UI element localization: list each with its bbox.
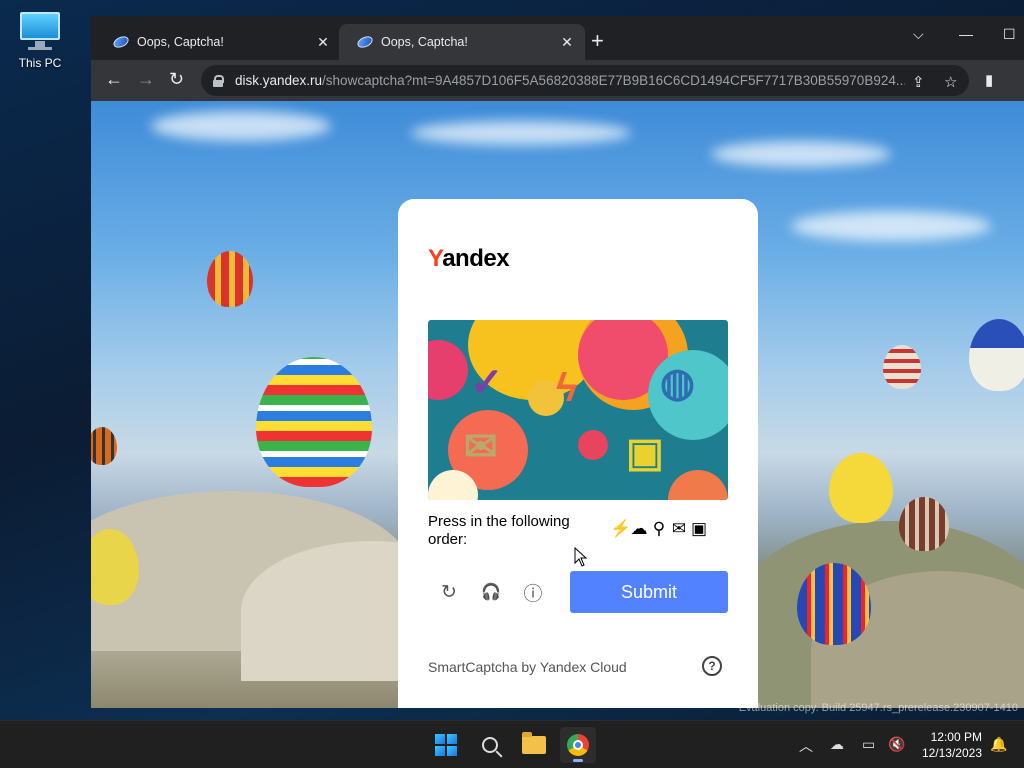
- image-blob: [668, 470, 728, 500]
- lightning-icon: ⚡: [610, 519, 632, 538]
- yandex-disk-favicon-icon: [355, 34, 375, 50]
- captcha-order-icons: ⚡ ☁ ⚲ ✉ ▣: [610, 519, 708, 539]
- refresh-icon[interactable]: ↻: [437, 580, 461, 604]
- yandex-logo: Yandex: [428, 245, 510, 272]
- page-content: Yandex ✓ ϟ ◍ ✉ ▣ Press in the following …: [91, 101, 1024, 708]
- envelope-icon: ✉: [671, 519, 687, 538]
- tab-title: Oops, Captcha!: [381, 35, 468, 49]
- tab-close-icon[interactable]: ✕: [315, 34, 331, 51]
- side-panel-icon[interactable]: ▮: [985, 71, 993, 89]
- address-bar[interactable]: disk.yandex.ru/showcaptcha?mt=9A4857D106…: [201, 65, 969, 96]
- taskbar-chrome[interactable]: [560, 727, 596, 763]
- captcha-challenge-image[interactable]: ✓ ϟ ◍ ✉ ▣: [428, 320, 728, 500]
- hot-air-balloon: [797, 563, 871, 645]
- yandex-disk-favicon-icon: [111, 34, 131, 50]
- image-blob: [578, 430, 608, 460]
- mushroom-icon: ⚲: [652, 519, 666, 538]
- captcha-footer: SmartCaptcha by Yandex Cloud: [428, 659, 627, 675]
- background-cloud: [411, 121, 631, 145]
- address-url[interactable]: disk.yandex.ru/showcaptcha?mt=9A4857D106…: [235, 73, 905, 88]
- browser-toolbar: ← → ↻ disk.yandex.ru/showcaptcha?mt=9A48…: [91, 60, 1024, 101]
- image-glyph-check: ✓: [470, 361, 504, 405]
- image-glyph-lightning: ϟ: [556, 366, 578, 410]
- tab-title: Oops, Captcha!: [137, 35, 224, 49]
- file-explorer-icon: [522, 732, 546, 754]
- computer-icon: [18, 10, 62, 54]
- evaluation-watermark: Evaluation copy. Build 25947.rs_prerelea…: [738, 702, 1018, 714]
- image-glyph-film: ▣: [626, 431, 664, 475]
- image-blob: [428, 340, 468, 400]
- browser-window: Oops, Captcha! ✕ Oops, Captcha! ✕ + ⌵ — …: [91, 16, 1024, 708]
- minimize-button[interactable]: —: [959, 26, 973, 42]
- search-icon: [482, 737, 498, 753]
- hot-air-balloon: [207, 251, 253, 307]
- desktop-icon-label: This PC: [18, 56, 62, 70]
- network-icon[interactable]: ▭: [862, 736, 875, 753]
- lock-icon[interactable]: [213, 74, 224, 87]
- taskbar: ︿ ☁ ▭ 🔇 12:00 PM 12/13/2023 🔔: [0, 720, 1024, 768]
- submit-button[interactable]: Submit: [570, 571, 728, 613]
- tab-inactive[interactable]: Oops, Captcha! ✕: [95, 24, 341, 60]
- tab-strip: Oops, Captcha! ✕ Oops, Captcha! ✕ + ⌵ — …: [91, 16, 1024, 60]
- start-icon: [435, 734, 457, 756]
- hot-air-balloon: [829, 453, 893, 523]
- tab-close-icon[interactable]: ✕: [559, 34, 575, 51]
- hot-air-balloon: [899, 497, 949, 551]
- hot-air-balloon: [256, 357, 372, 487]
- mouse-cursor-icon: [574, 547, 588, 567]
- tab-search-icon[interactable]: ⌵: [913, 26, 924, 43]
- maximize-button[interactable]: ☐: [1003, 26, 1016, 43]
- tray-overflow-chevron-icon[interactable]: ︿: [799, 736, 813, 756]
- audio-icon[interactable]: 🎧: [479, 580, 503, 604]
- help-icon[interactable]: ?: [702, 656, 722, 676]
- back-button[interactable]: ←: [105, 69, 123, 89]
- forward-button[interactable]: →: [137, 69, 155, 89]
- cloud-icon: ☁: [630, 519, 648, 538]
- background-cloud: [151, 111, 331, 141]
- captcha-instruction: Press in the following order:: [428, 513, 570, 548]
- tab-active[interactable]: Oops, Captcha! ✕: [339, 24, 585, 60]
- taskbar-file-explorer[interactable]: [516, 727, 552, 763]
- reload-button[interactable]: ↻: [169, 69, 184, 89]
- taskbar-clock[interactable]: 12:00 PM 12/13/2023: [916, 729, 982, 761]
- start-button[interactable]: [428, 727, 464, 763]
- film-icon: ▣: [690, 519, 708, 538]
- captcha-card: Yandex ✓ ϟ ◍ ✉ ▣ Press in the following …: [398, 199, 758, 708]
- hot-air-balloon: [91, 427, 117, 465]
- share-icon[interactable]: ⇪: [912, 73, 925, 91]
- clock-date: 12/13/2023: [921, 746, 982, 760]
- background-cloud: [791, 211, 991, 241]
- hot-air-balloon: [969, 319, 1024, 391]
- volume-muted-icon[interactable]: 🔇: [888, 736, 905, 753]
- image-glyph-shield: ◍: [660, 361, 695, 405]
- info-icon[interactable]: ⓘ: [521, 580, 545, 605]
- bookmark-star-icon[interactable]: ☆: [944, 73, 957, 91]
- clock-time: 12:00 PM: [930, 730, 982, 744]
- hot-air-balloon: [883, 345, 921, 389]
- new-tab-button[interactable]: +: [591, 30, 604, 52]
- taskbar-search-button[interactable]: [472, 727, 508, 763]
- chrome-icon: [567, 734, 589, 756]
- background-cloud: [711, 141, 891, 167]
- image-glyph-envelope: ✉: [464, 425, 498, 469]
- onedrive-offline-icon[interactable]: ☁: [830, 736, 844, 753]
- desktop-icon-this-pc[interactable]: This PC: [12, 10, 68, 70]
- notifications-bell-icon[interactable]: 🔔: [990, 736, 1007, 753]
